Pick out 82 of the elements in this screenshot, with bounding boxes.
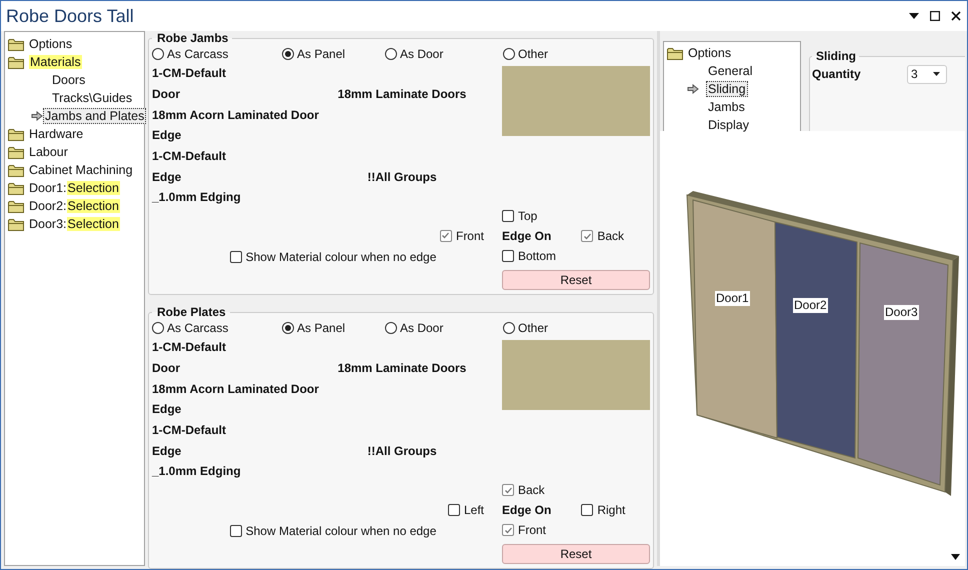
material-label: Door (152, 361, 181, 376)
tree-item[interactable]: Tracks\Guides (50, 90, 134, 106)
material-label: 1-CM-Default (152, 340, 227, 354)
tree-item[interactable]: Sliding (706, 81, 748, 97)
tree-item[interactable]: Options (29, 37, 72, 51)
tree-item[interactable]: Cabinet Machining (29, 163, 133, 177)
tree-item[interactable]: Labour (29, 145, 68, 159)
door-label: Door1 (715, 291, 750, 306)
maximize-icon[interactable] (930, 11, 940, 21)
checkbox[interactable]: Bottom (502, 249, 556, 263)
tree-item[interactable]: Jambs (706, 99, 747, 115)
group-title: Robe Plates (156, 305, 227, 319)
group-title: Sliding (815, 49, 857, 63)
edge-label: Edge On (502, 503, 552, 517)
folder-icon (8, 182, 24, 194)
folder-icon (8, 146, 24, 158)
group-title: Robe Jambs (156, 31, 230, 45)
radio-button[interactable]: As Door (385, 47, 444, 61)
material-label: Edge (152, 170, 182, 184)
close-icon[interactable] (951, 11, 961, 21)
radio-button[interactable]: As Door (385, 321, 444, 335)
door-label: Door3 (884, 305, 919, 320)
checkbox[interactable]: Back (581, 229, 624, 243)
checkbox[interactable]: Right (581, 503, 626, 517)
material-label: 1-CM-Default (152, 149, 227, 164)
quantity-dropdown[interactable]: 3 (907, 64, 947, 84)
tree-item[interactable]: Hardware (29, 127, 84, 141)
dropdown-icon[interactable] (909, 13, 919, 19)
reset-button[interactable]: Reset (502, 544, 650, 564)
material-label: 18mm Acorn Laminated Door (152, 382, 320, 396)
folder-icon (8, 200, 24, 212)
checkbox[interactable]: Back (502, 483, 545, 497)
window-title: Robe Doors Tall (6, 6, 134, 26)
checkbox[interactable]: Top (502, 209, 538, 223)
material-value: 18mm Laminate Doors (336, 87, 468, 102)
door-label: Door2 (793, 298, 828, 313)
tree-item[interactable]: Doors (50, 72, 88, 88)
folder-icon (8, 218, 24, 230)
checkbox[interactable]: Front (440, 226, 484, 245)
radio-button[interactable]: As Carcass (152, 321, 228, 335)
checkmark-icon (441, 231, 450, 240)
material-label: 18mm Acorn Laminated Door (152, 108, 320, 122)
radio-button[interactable]: As Panel (282, 47, 346, 61)
checkbox[interactable]: Front (502, 523, 546, 537)
checkmark-icon (504, 526, 512, 534)
material-label: 1-CM-Default (152, 423, 227, 438)
arrow-icon (31, 111, 43, 121)
tree-item[interactable]: Materials (29, 55, 82, 69)
material-label: Edge (152, 128, 182, 142)
radio-button[interactable]: Other (503, 47, 548, 61)
radio-button[interactable]: As Carcass (152, 47, 228, 61)
edge-label: Edge On (502, 229, 552, 243)
material-label: Edge (152, 402, 182, 416)
material-label: 1-CM-Default (152, 66, 227, 80)
material-label: Edge (152, 444, 182, 458)
reset-button[interactable]: Reset (502, 270, 650, 290)
checkmark-icon (582, 232, 592, 240)
checkbox[interactable]: Show Material colour when no edge (230, 524, 436, 538)
checkbox[interactable]: Left (448, 500, 484, 519)
scroll-down-icon[interactable] (951, 554, 960, 560)
folder-icon (8, 56, 24, 68)
tree-item[interactable]: General (706, 63, 754, 79)
tree-item[interactable]: Jambs and Plates (43, 108, 146, 124)
checkmark-icon (504, 486, 512, 494)
tree-item[interactable]: Display (706, 117, 751, 133)
material-value: 18mm Laminate Doors (336, 361, 468, 376)
quantity-label: Quantity (812, 67, 862, 81)
arrow-icon (687, 84, 699, 94)
material-label: _1.0mm Edging (152, 464, 242, 478)
material-label: _1.0mm Edging (152, 190, 242, 204)
folder-icon (8, 164, 24, 176)
checkbox[interactable]: Show Material colour when no edge (230, 250, 436, 264)
caret-icon (933, 72, 940, 76)
folder-icon (8, 38, 24, 50)
folder-icon (8, 128, 24, 140)
tree-item[interactable]: Options (688, 46, 732, 60)
radio-button[interactable]: As Panel (282, 321, 346, 335)
folder-icon (667, 46, 683, 60)
material-value: !!All Groups (366, 170, 438, 184)
material-value: !!All Groups (366, 444, 438, 458)
material-label: Door (152, 87, 181, 102)
radio-button[interactable]: Other (503, 321, 548, 335)
